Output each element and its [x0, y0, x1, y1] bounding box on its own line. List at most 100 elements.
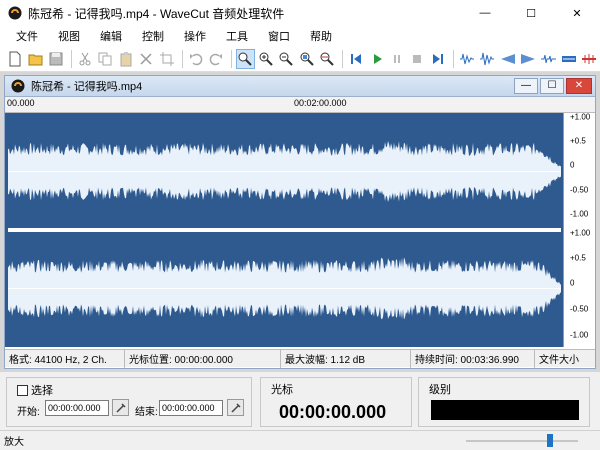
checkbox-box[interactable] — [17, 385, 28, 396]
document-window: 陈冠希 - 记得我吗.mp4 — ☐ ✕ 00.000 00:02:00.000… — [4, 75, 596, 369]
scale-label: 0 — [570, 160, 575, 170]
menu-operation[interactable]: 操作 — [174, 28, 216, 44]
toolbar — [0, 46, 600, 72]
save-icon — [49, 52, 63, 65]
minimize-icon: — — [479, 7, 491, 19]
cursor-time-display: 00:00:00.000 — [279, 402, 387, 422]
scale-label: -0.50 — [570, 304, 589, 314]
amplitude-scale: +1.00 +0.5 0 -0.50 -1.00 +1.00 +0.5 0 -0… — [563, 113, 595, 347]
document-title-bar: 陈冠希 - 记得我吗.mp4 — ☐ ✕ — [5, 76, 595, 97]
menu-file[interactable]: 文件 — [6, 28, 48, 44]
menu-window[interactable]: 窗口 — [258, 28, 300, 44]
effect-fade-out-button[interactable] — [519, 49, 537, 69]
toolbar-separator — [452, 49, 454, 68]
effect-reverse-button[interactable] — [559, 49, 577, 69]
scale-label: -1.00 — [570, 330, 589, 340]
zoom-out-button[interactable] — [277, 49, 295, 69]
zoom-full-icon — [320, 52, 334, 66]
close-button[interactable]: ✕ — [554, 0, 600, 26]
play-icon — [373, 53, 382, 64]
paste-button[interactable] — [117, 49, 135, 69]
level-meter — [431, 400, 579, 420]
undo-button[interactable] — [187, 49, 205, 69]
folder-open-icon — [28, 54, 43, 65]
ruler-mid-label: 00:02:00.000 — [294, 98, 347, 108]
zoom-selection-icon — [300, 52, 314, 66]
waveform-icon — [459, 53, 474, 64]
start-label: 开始: — [17, 407, 40, 418]
doc-close-button[interactable]: ✕ — [566, 78, 592, 94]
end-pick-button[interactable] — [227, 399, 244, 416]
doc-minimize-button[interactable]: — — [514, 78, 538, 94]
toolbar-separator — [181, 49, 183, 68]
level-group: 级别 — [418, 377, 590, 427]
menu-help[interactable]: 帮助 — [300, 28, 342, 44]
skip-back-icon — [351, 53, 362, 64]
status-text: 放大 — [4, 437, 24, 448]
zoom-in-button[interactable] — [257, 49, 275, 69]
effect-normalize-button[interactable] — [478, 49, 496, 69]
level-group-title: 级别 — [429, 381, 451, 397]
format-info: 格式: 44100 Hz, 2 Ch. — [5, 349, 125, 368]
reverse-icon — [561, 55, 576, 62]
toolbar-separator — [342, 49, 344, 68]
crop-button[interactable] — [157, 49, 175, 69]
zoom-out-icon — [279, 52, 293, 66]
waveform-icon — [480, 52, 495, 65]
redo-button[interactable] — [207, 49, 225, 69]
copy-icon — [98, 52, 112, 65]
maximize-button[interactable]: ☐ — [508, 0, 554, 26]
start-pick-button[interactable] — [112, 399, 129, 416]
effect-silence-button[interactable] — [580, 49, 598, 69]
document-title: 陈冠希 - 记得我吗.mp4 — [31, 81, 143, 93]
go-start-button[interactable] — [347, 49, 365, 69]
delete-x-icon — [140, 52, 152, 65]
selection-checkbox-label: 选择 — [31, 385, 53, 397]
cursor-position-info: 光标位置: 00:00:00.000 — [125, 349, 281, 368]
waveform-canvas[interactable] — [8, 115, 561, 345]
minimize-button[interactable]: — — [462, 0, 508, 26]
new-file-button[interactable] — [6, 49, 24, 69]
redo-icon — [209, 53, 223, 65]
zoom-slider-track[interactable] — [466, 440, 578, 442]
go-end-button[interactable] — [428, 49, 446, 69]
waveform-view[interactable]: +1.00 +0.5 0 -0.50 -1.00 +1.00 +0.5 0 -0… — [5, 113, 595, 347]
zoom-full-button[interactable] — [318, 49, 336, 69]
zoom-button[interactable] — [236, 48, 255, 69]
pause-icon — [393, 54, 400, 63]
control-panel: 选择 开始: 00:00:00.000 结束: 00:00:00.000 光标 … — [0, 372, 600, 430]
cursor-group-title: 光标 — [271, 381, 293, 397]
end-time-field[interactable]: 00:00:00.000 — [159, 400, 223, 416]
title-bar: 陈冠希 - 记得我吗.mp4 - WaveCut 音频处理软件 — ☐ ✕ — [0, 0, 600, 26]
pipette-icon — [115, 402, 126, 413]
zoom-selection-button[interactable] — [297, 49, 315, 69]
delete-button[interactable] — [137, 49, 155, 69]
menu-view[interactable]: 视图 — [48, 28, 90, 44]
menu-tools[interactable]: 工具 — [216, 28, 258, 44]
menu-edit[interactable]: 编辑 — [90, 28, 132, 44]
document-icon — [11, 79, 25, 93]
max-amplitude-info: 最大波幅: 1.12 dB — [281, 349, 411, 368]
duration-info: 持续时间: 00:03:36.990 — [411, 349, 535, 368]
save-button[interactable] — [47, 49, 65, 69]
scale-label: -0.50 — [570, 185, 589, 195]
zoom-slider-thumb[interactable] — [547, 434, 553, 447]
play-button[interactable] — [367, 49, 385, 69]
start-time-field[interactable]: 00:00:00.000 — [45, 400, 109, 416]
open-file-button[interactable] — [26, 49, 44, 69]
effect-fade-in-button[interactable] — [498, 49, 516, 69]
cut-button[interactable] — [76, 49, 94, 69]
pause-button[interactable] — [388, 49, 406, 69]
scale-label: +0.5 — [570, 253, 586, 263]
stop-button[interactable] — [408, 49, 426, 69]
effect-amplify-button[interactable] — [458, 49, 476, 69]
menu-control[interactable]: 控制 — [132, 28, 174, 44]
selection-checkbox[interactable]: 选择 — [17, 382, 53, 398]
copy-button[interactable] — [96, 49, 114, 69]
doc-restore-button[interactable]: ☐ — [540, 78, 564, 94]
end-label: 结束: — [135, 407, 158, 418]
time-ruler[interactable]: 00.000 00:02:00.000 — [5, 97, 595, 113]
effect-echo-button[interactable] — [539, 49, 557, 69]
fade-in-icon — [500, 53, 515, 64]
silence-icon — [581, 53, 596, 64]
